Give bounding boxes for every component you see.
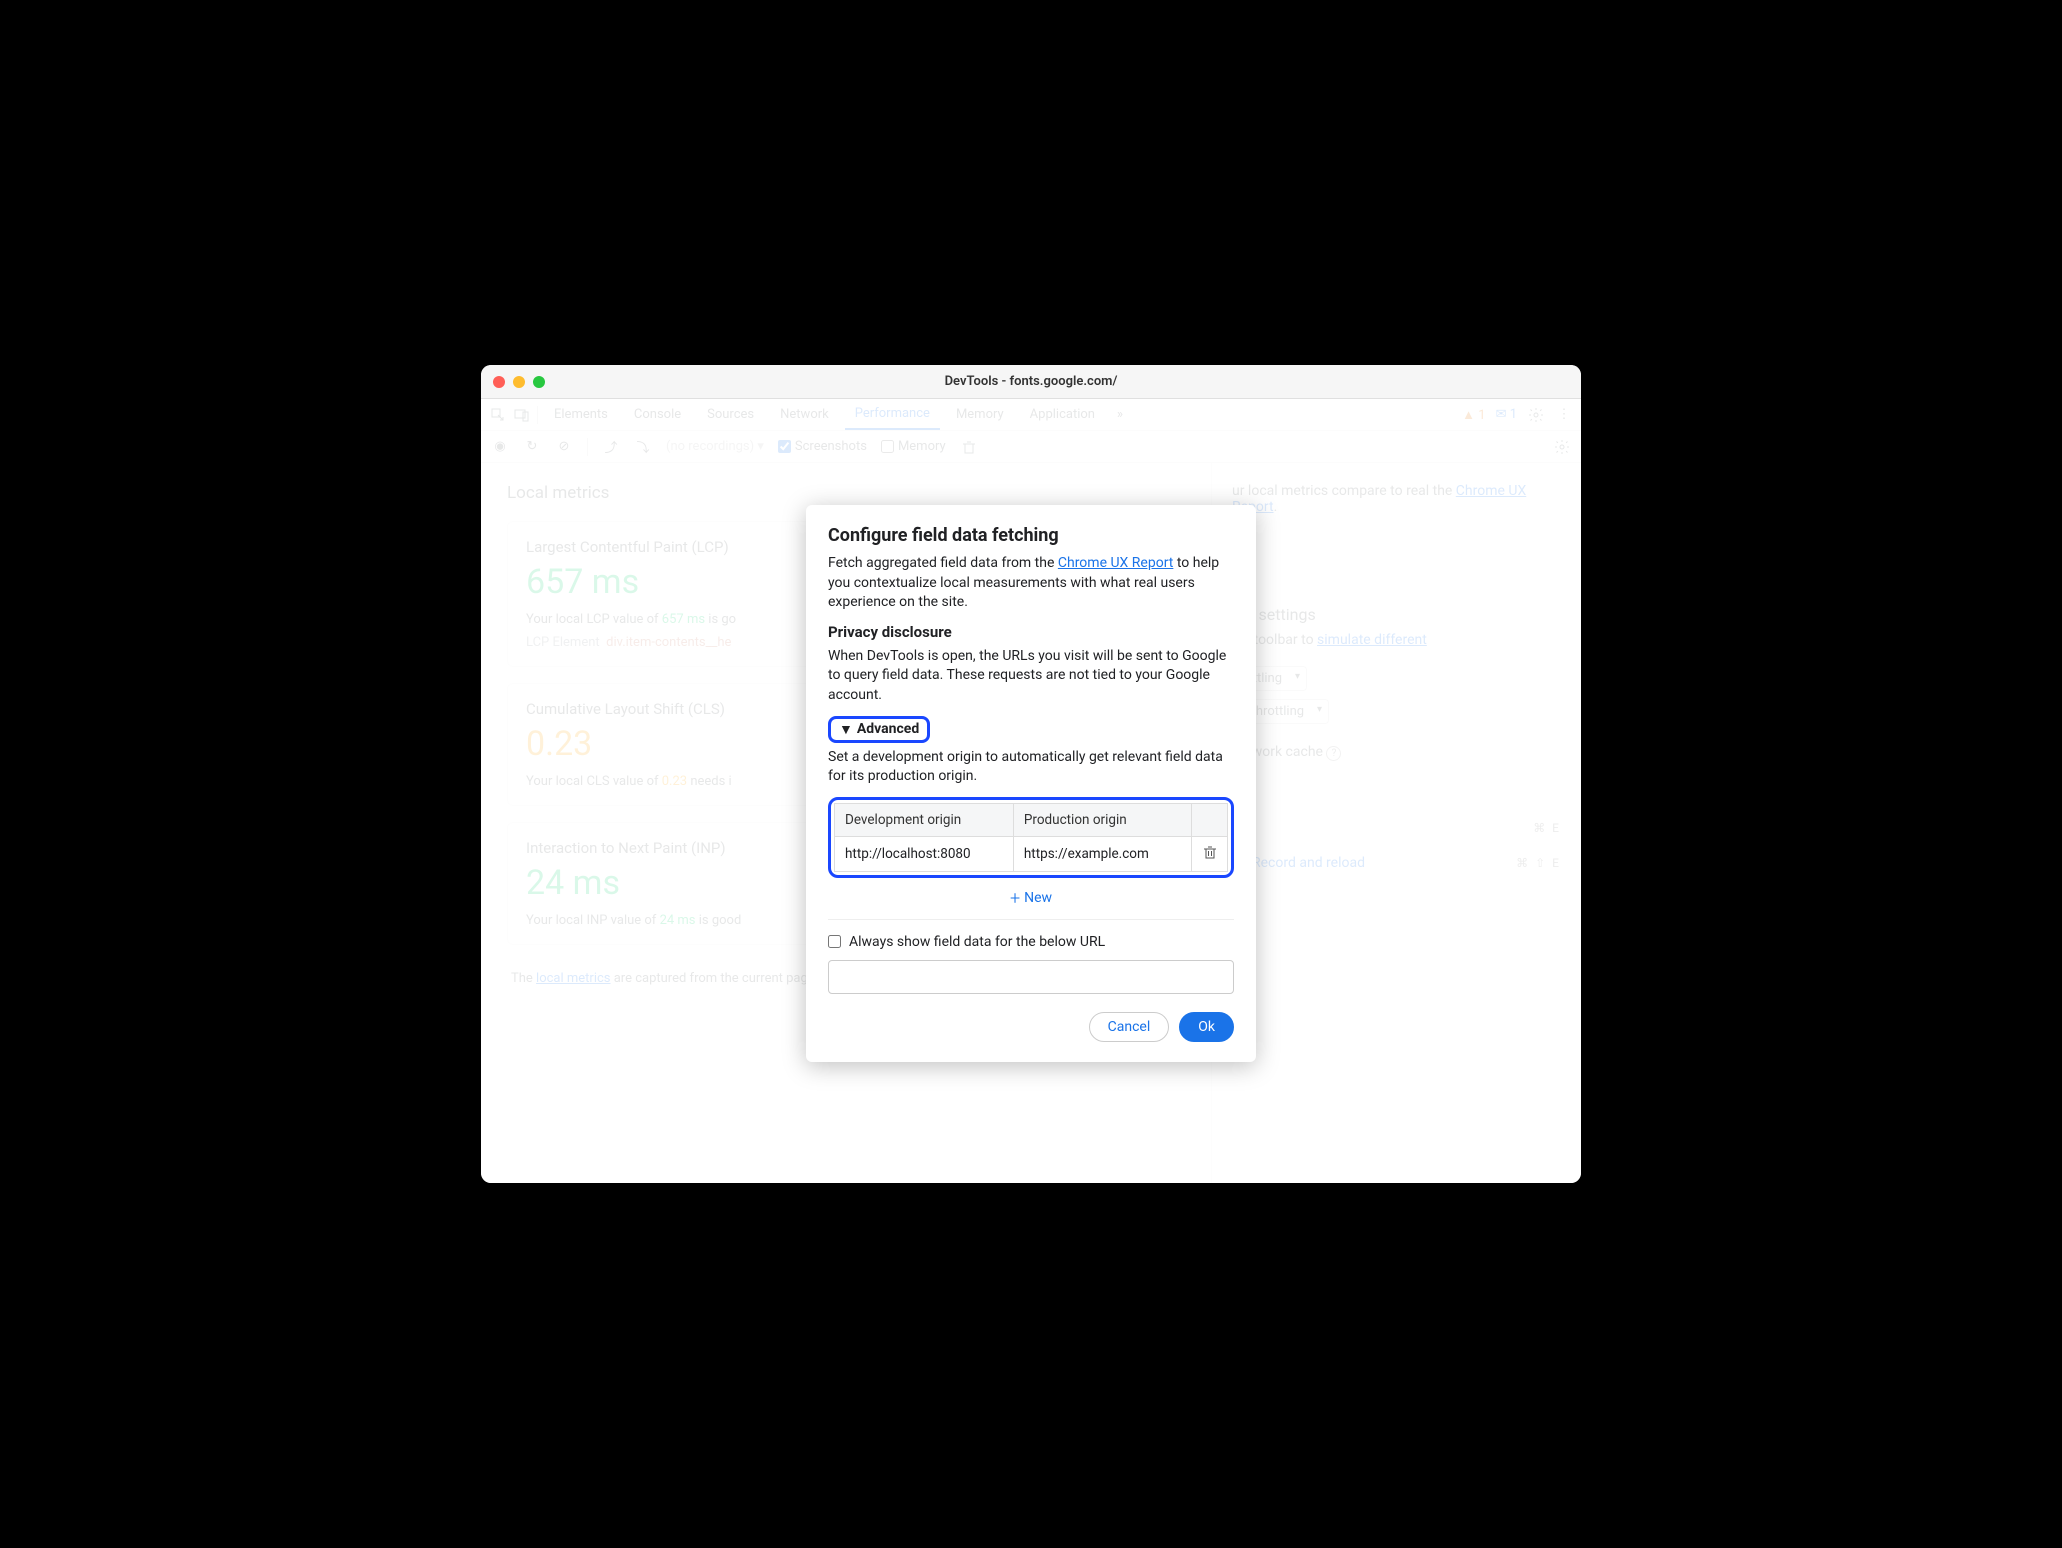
new-mapping-button[interactable]: + New xyxy=(828,884,1234,920)
field-data-modal: Configure field data fetching Fetch aggr… xyxy=(806,505,1256,1062)
dev-origin-header: Development origin xyxy=(835,803,1014,836)
close-window-button[interactable] xyxy=(493,376,505,388)
url-override-input[interactable] xyxy=(828,960,1234,994)
dev-origin-cell[interactable]: http://localhost:8080 xyxy=(835,836,1014,871)
privacy-heading: Privacy disclosure xyxy=(828,623,1234,641)
modal-intro: Fetch aggregated field data from the Chr… xyxy=(828,554,1234,613)
minimize-window-button[interactable] xyxy=(513,376,525,388)
advanced-toggle[interactable]: ▼ Advanced xyxy=(828,716,930,743)
always-show-checkbox[interactable]: Always show field data for the below URL xyxy=(828,934,1234,950)
delete-row-icon[interactable] xyxy=(1203,845,1217,859)
privacy-text: When DevTools is open, the URLs you visi… xyxy=(828,647,1234,706)
origin-mapping-table: Development origin Production origin htt… xyxy=(828,797,1234,878)
zoom-window-button[interactable] xyxy=(533,376,545,388)
prod-origin-cell[interactable]: https://example.com xyxy=(1013,836,1191,871)
modal-actions: Cancel Ok xyxy=(828,1012,1234,1042)
advanced-description: Set a development origin to automaticall… xyxy=(828,748,1234,787)
cancel-button[interactable]: Cancel xyxy=(1089,1012,1170,1042)
titlebar: DevTools - fonts.google.com/ xyxy=(481,365,1581,399)
table-row: http://localhost:8080 https://example.co… xyxy=(835,836,1228,871)
modal-title: Configure field data fetching xyxy=(828,525,1234,546)
table-header-row: Development origin Production origin xyxy=(835,803,1228,836)
ok-button[interactable]: Ok xyxy=(1179,1012,1234,1042)
crux-link[interactable]: Chrome UX Report xyxy=(1058,555,1173,571)
devtools-window: DevTools - fonts.google.com/ Elements Co… xyxy=(481,365,1581,1183)
prod-origin-header: Production origin xyxy=(1013,803,1191,836)
traffic-lights xyxy=(493,376,545,388)
window-title: DevTools - fonts.google.com/ xyxy=(945,374,1118,389)
